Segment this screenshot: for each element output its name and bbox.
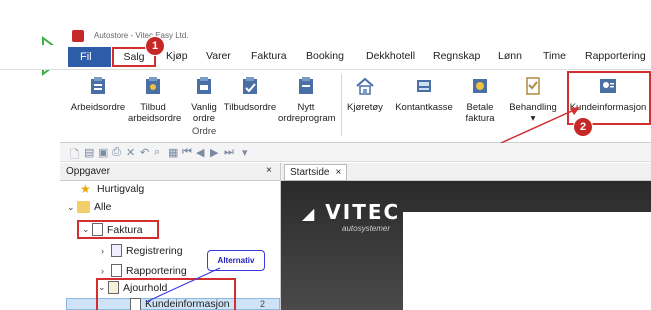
undo-icon[interactable]: ↶ [140,146,149,159]
ribbon-kjoretoy[interactable]: Kjøretøy [345,76,385,113]
step-2-badge: 2 [574,118,592,136]
red-arrow-annotation [500,107,580,144]
tilbudsordre-icon [243,77,257,94]
find-icon[interactable]: ⌕ [154,146,160,159]
chevron-down-icon: ⌄ [67,201,75,212]
menu-regnskap[interactable]: Regnskap [433,50,480,62]
tree-hurtigvalg[interactable]: ★ Hurtigvalg [80,183,144,195]
star-icon: ★ [80,182,91,196]
arbeidsordre-icon [91,77,105,94]
ribbon-tilbudsordre[interactable]: Tilbudsordre [222,76,278,113]
toolbar-overflow[interactable]: ▾ [242,146,248,159]
menu-lonn[interactable]: Lønn [498,50,522,62]
report-icon [111,264,122,277]
ribbon-separator [341,74,342,136]
last-record-icon[interactable]: ⏭ [224,146,234,159]
menu-kjop[interactable]: Kjøp [166,50,188,62]
window-title: Autostore - Vitec Easy Ltd. [94,31,189,40]
folder-icon [77,201,90,213]
ribbon-tilbud-arbeidsordre[interactable]: Tilbud arbeidsordre [128,76,181,124]
ribbon-betale-faktura[interactable]: Betale faktura [460,76,500,124]
save-icon[interactable]: ▣ [98,146,108,159]
menu-rapportering[interactable]: Rapportering [585,50,646,62]
house-icon [356,77,374,95]
first-record-icon[interactable]: ⏮ [182,146,192,159]
previous-record-icon[interactable]: ◀ [196,146,204,159]
tree-alle[interactable]: ⌄ Alle [67,201,112,213]
ribbon-vanlig-ordre[interactable]: Vanlig ordre [186,76,222,124]
menu-booking[interactable]: Booking [306,50,344,62]
tab-close-icon[interactable]: × [335,167,341,178]
start-page-panel [403,212,651,310]
nytt-ordreprogram-icon [299,77,313,94]
registration-icon [111,244,122,257]
app-icon [72,30,84,42]
ribbon-group-label: Ordre [192,126,217,137]
next-record-icon[interactable]: ▶ [210,146,218,159]
tilbud-arbeidsordre-icon [146,77,160,94]
open-icon[interactable]: ▤ [84,146,94,159]
tree-registrering[interactable]: › Registrering [101,244,183,257]
callout-pointer [145,267,221,303]
chevron-right-icon: › [101,245,104,256]
delete-icon[interactable]: ✕ [126,146,135,159]
faktura-highlight [77,220,159,239]
ribbon-arbeidsordre[interactable]: Arbeidsordre [68,76,128,113]
tab-startside[interactable]: Startside × [284,164,348,181]
menu-varer[interactable]: Varer [206,50,231,62]
menu-faktura[interactable]: Faktura [251,50,287,62]
cash-register-icon [417,80,431,92]
checklist-icon [526,77,540,95]
vitec-logo-subtitle: autosystemer [342,224,391,233]
vanlig-ordre-icon [197,77,211,94]
step-1-badge: 1 [146,37,164,55]
filter-icon[interactable]: ▦ [168,146,178,159]
menu-file[interactable]: Fil [68,47,111,67]
menu-time[interactable]: Time [543,50,566,62]
pay-invoice-icon [473,79,487,93]
print-icon[interactable]: ⎙ [112,146,121,159]
vitec-logo: ◢ VITEC [302,200,401,224]
chevron-right-icon: › [101,265,104,276]
kundeinformasjon-count: 2 [260,299,266,309]
ribbon-kontantkasse[interactable]: Kontantkasse [393,76,455,113]
ribbon-nytt-ordreprogram[interactable]: Nytt ordreprogram [278,76,336,124]
logo-mark-icon: ◢ [302,204,317,223]
task-panel-close-button[interactable]: × [266,165,272,176]
task-panel-title: Oppgaver [66,166,110,177]
menu-dekkhotell[interactable]: Dekkhotell [366,50,415,62]
